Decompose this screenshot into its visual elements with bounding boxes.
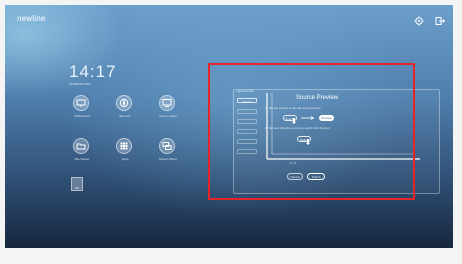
exit-icon[interactable] xyxy=(434,13,446,25)
app-apps[interactable]: Apps xyxy=(108,138,142,172)
app-label: Screen Mirror xyxy=(158,157,178,161)
mirror-icon xyxy=(159,138,175,154)
screenshot-frame: newline 14:17 2019/09/25 Wed Whiteboard … xyxy=(0,0,462,264)
clock-date: 2019/09/25 Wed xyxy=(69,82,91,86)
app-browser[interactable]: Browser xyxy=(108,95,142,129)
settings-gear-icon[interactable] xyxy=(413,13,425,26)
apps-grid-icon xyxy=(116,138,132,154)
home-screen: newline 14:17 2019/09/25 Wed Whiteboard … xyxy=(5,5,453,248)
app-whiteboard[interactable]: Whiteboard xyxy=(65,95,99,129)
app-screen-share[interactable]: Screen share xyxy=(151,95,185,129)
tile-label: HD xyxy=(74,186,80,190)
screen-share-icon xyxy=(159,95,175,111)
app-label: Apps xyxy=(121,157,129,161)
clock-time: 14:17 xyxy=(69,62,117,81)
app-label: Browser xyxy=(119,114,131,118)
app-label: Whiteboard xyxy=(74,114,90,118)
top-bar: newline xyxy=(5,5,453,31)
whiteboard-icon xyxy=(73,95,89,111)
app-label: Screen share xyxy=(159,114,177,118)
app-label: File Viewer xyxy=(74,157,90,161)
brand-logo: newline xyxy=(17,14,46,23)
small-tile[interactable]: HD xyxy=(71,177,83,191)
browser-icon xyxy=(116,95,132,111)
highlight-box xyxy=(208,63,415,200)
folder-icon xyxy=(73,138,89,154)
app-screen-mirror[interactable]: Screen Mirror xyxy=(151,138,185,172)
app-file-viewer[interactable]: File Viewer xyxy=(65,138,99,172)
